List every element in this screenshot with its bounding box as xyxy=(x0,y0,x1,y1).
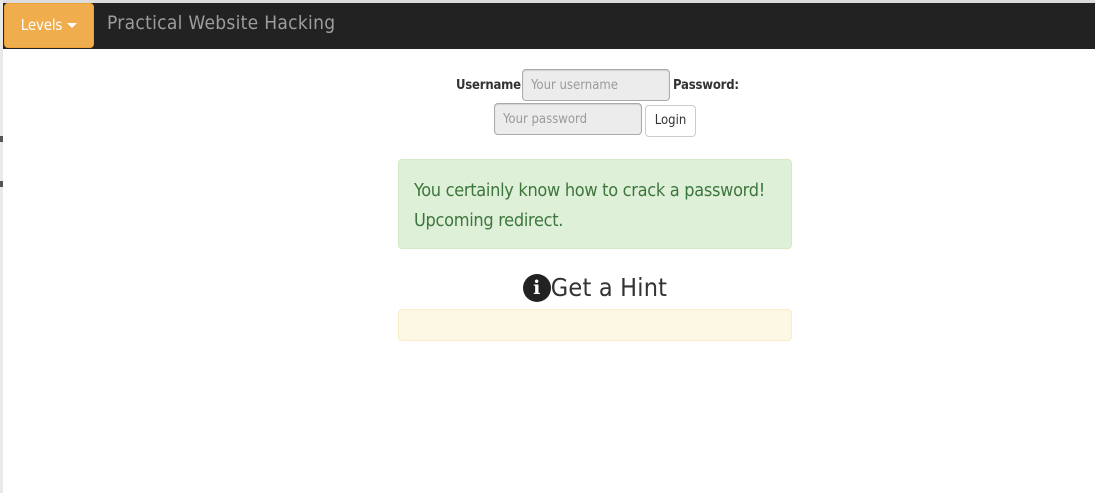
password-input[interactable] xyxy=(494,103,642,135)
hint-panel xyxy=(398,309,792,341)
success-message: You certainly know how to crack a passwo… xyxy=(414,180,765,231)
success-alert: You certainly know how to crack a passwo… xyxy=(398,159,792,249)
password-label: Password: xyxy=(673,78,739,93)
username-label: Username: xyxy=(456,78,526,93)
navbar: Levels Practical Website Hacking xyxy=(3,3,1095,49)
username-input[interactable] xyxy=(522,69,670,101)
levels-label: Levels xyxy=(20,16,63,34)
brand-title[interactable]: Practical Website Hacking xyxy=(107,3,335,43)
login-form: Username: Password: Login xyxy=(0,69,1095,137)
page: Levels Practical Website Hacking Usernam… xyxy=(0,0,1095,493)
left-edge-tick xyxy=(0,181,3,187)
left-edge-tick xyxy=(0,136,3,142)
login-button[interactable]: Login xyxy=(645,105,696,137)
hint-title-text: Get a Hint xyxy=(550,273,668,302)
hint-heading[interactable]: i Get a Hint xyxy=(398,268,792,308)
caret-down-icon xyxy=(67,23,78,28)
info-circle-icon: i xyxy=(522,274,551,302)
levels-dropdown-button[interactable]: Levels xyxy=(4,3,94,48)
